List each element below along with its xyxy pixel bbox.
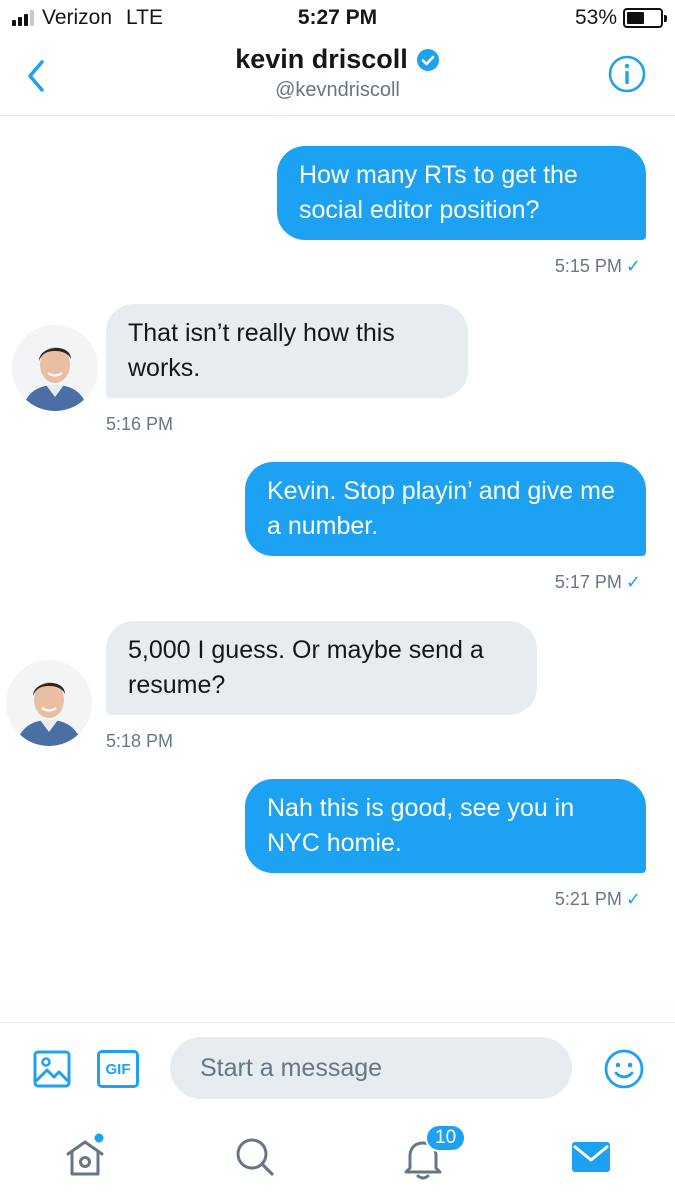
- message-composer: GIF: [0, 1022, 675, 1118]
- tab-home[interactable]: [60, 1132, 110, 1182]
- conversation-title[interactable]: kevin driscoll @kevndriscoll: [0, 44, 675, 102]
- conversation-header: kevin driscoll @kevndriscoll: [0, 38, 675, 116]
- message-timestamp: 5:15 PM ✓: [555, 256, 641, 277]
- status-bar: Verizon LTE 5:27 PM 53%: [0, 0, 675, 38]
- add-photo-button[interactable]: [32, 1049, 72, 1089]
- message-text: That isn’t really how this works.: [128, 319, 395, 382]
- info-icon: [608, 55, 646, 93]
- verified-badge-icon: [416, 48, 439, 71]
- tab-bar: [0, 1118, 675, 1200]
- message-timestamp: 5:21 PM ✓: [555, 889, 641, 910]
- timestamp-text: 5:17 PM: [554, 572, 622, 592]
- timestamp-text: 5:16 PM: [106, 414, 174, 434]
- tab-messages[interactable]: [566, 1132, 616, 1182]
- search-icon: [236, 1138, 274, 1176]
- message-bubble-incoming[interactable]: That isn’t really how this works.: [106, 304, 468, 398]
- notification-count-badge: 10: [425, 1124, 467, 1152]
- timestamp-text: 5:21 PM: [554, 889, 622, 909]
- battery-fill: [627, 12, 644, 24]
- battery-percent: 53%: [574, 6, 617, 29]
- read-check-icon: ✓: [625, 889, 641, 909]
- message-bubble-outgoing[interactable]: Nah this is good, see you in NYC homie.: [245, 779, 646, 873]
- avatar[interactable]: [6, 660, 92, 746]
- message-text: How many RTs to get the social editor po…: [299, 161, 578, 224]
- contact-handle: @kevndriscoll: [275, 79, 400, 101]
- status-right: 53%: [574, 6, 667, 30]
- message-text: 5,000 I guess. Or maybe send a resume?: [128, 636, 484, 699]
- timestamp-text: 5:15 PM: [554, 256, 622, 276]
- emoji-icon: [604, 1049, 644, 1089]
- read-check-icon: ✓: [625, 256, 641, 276]
- avatar-photo: [6, 660, 92, 746]
- home-icon: [66, 1133, 104, 1176]
- timestamp-text: 5:18 PM: [106, 731, 174, 751]
- message-timestamp: 5:16 PM: [106, 414, 173, 435]
- message-text: Nah this is good, see you in NYC homie.: [267, 794, 575, 857]
- message-bubble-outgoing[interactable]: How many RTs to get the social editor po…: [277, 146, 646, 240]
- dm-screen: Verizon LTE 5:27 PM 53% kevin driscoll @…: [0, 0, 675, 1200]
- contact-name: kevin driscoll: [235, 44, 408, 74]
- image-icon: [33, 1050, 71, 1088]
- message-timestamp: 5:18 PM: [106, 731, 173, 752]
- emoji-button[interactable]: [603, 1048, 645, 1090]
- read-check-icon: ✓: [625, 572, 641, 592]
- gif-button[interactable]: GIF: [97, 1050, 139, 1088]
- message-input[interactable]: [170, 1037, 572, 1099]
- avatar-photo: [12, 325, 98, 411]
- message-timestamp: 5:17 PM ✓: [555, 572, 641, 593]
- mail-icon: [572, 1142, 610, 1172]
- tab-search[interactable]: [230, 1132, 280, 1182]
- avatar[interactable]: [12, 325, 98, 411]
- message-text: Kevin. Stop playin’ and give me a number…: [267, 477, 615, 540]
- message-bubble-incoming[interactable]: 5,000 I guess. Or maybe send a resume?: [106, 621, 537, 715]
- info-button[interactable]: [607, 54, 647, 94]
- message-bubble-outgoing[interactable]: Kevin. Stop playin’ and give me a number…: [245, 462, 646, 556]
- status-time: 5:27 PM: [297, 6, 378, 29]
- battery-icon: [623, 8, 667, 28]
